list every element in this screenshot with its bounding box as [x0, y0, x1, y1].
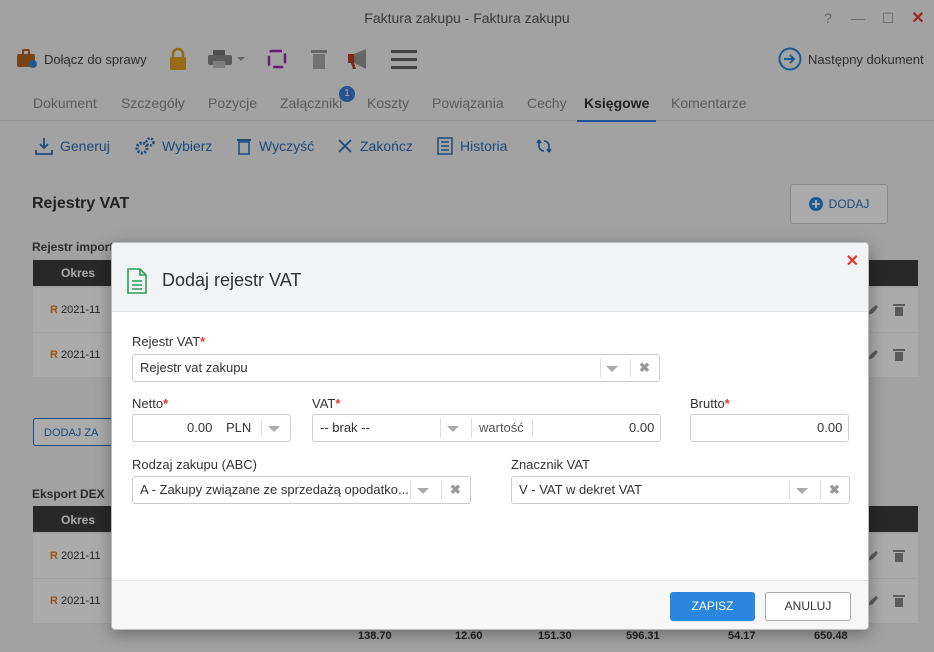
- vat-rate-value: -- brak --: [320, 420, 370, 435]
- vat-label: VAT*: [312, 396, 340, 411]
- rodzaj-zakupu-label: Rodzaj zakupu (ABC): [132, 457, 257, 472]
- netto-label-text: Netto: [132, 396, 164, 411]
- vat-label-text: VAT: [312, 396, 336, 411]
- netto-value: 0.00: [187, 420, 213, 435]
- chevron-down-icon[interactable]: [268, 426, 280, 432]
- netto-input[interactable]: 0.00 PLN: [132, 414, 291, 442]
- rejestr-vat-label-text: Rejestr VAT: [132, 334, 201, 349]
- clear-icon[interactable]: ✖: [639, 360, 650, 376]
- wartosc-value[interactable]: 0.00: [629, 415, 654, 441]
- divider: [440, 419, 441, 437]
- rejestr-vat-select[interactable]: Rejestr vat zakupu ✖: [132, 354, 660, 382]
- required-marker: *: [200, 334, 206, 349]
- rodzaj-zakupu-select[interactable]: A - Zakupy związane ze sprzedażą opodatk…: [132, 476, 471, 504]
- clear-icon[interactable]: ✖: [450, 482, 461, 498]
- divider: [532, 419, 533, 437]
- close-icon[interactable]: ✕: [846, 251, 859, 271]
- divider: [441, 481, 442, 499]
- save-button[interactable]: ZAPISZ: [670, 592, 755, 621]
- chevron-down-icon[interactable]: [606, 366, 618, 372]
- clear-icon[interactable]: ✖: [829, 482, 840, 498]
- rejestr-vat-value: Rejestr vat zakupu: [140, 360, 248, 375]
- divider: [600, 359, 601, 377]
- divider: [630, 359, 631, 377]
- dialog-title: Dodaj rejestr VAT: [162, 270, 302, 290]
- rodzaj-zakupu-value: A - Zakupy związane ze sprzedażą opodatk…: [140, 482, 409, 497]
- chevron-down-icon[interactable]: [796, 488, 808, 494]
- znacznik-vat-select[interactable]: V - VAT w dekret VAT ✖: [511, 476, 850, 504]
- required-marker: *: [335, 396, 341, 411]
- divider: [410, 481, 411, 499]
- divider: [471, 419, 472, 437]
- chevron-down-icon[interactable]: [447, 426, 459, 432]
- brutto-label-text: Brutto: [690, 396, 725, 411]
- netto-currency: PLN: [226, 420, 252, 435]
- divider: [789, 481, 790, 499]
- netto-label: Netto*: [132, 396, 168, 411]
- brutto-label: Brutto*: [690, 396, 730, 411]
- vat-group[interactable]: -- brak -- wartość 0.00: [312, 414, 661, 442]
- dialog-footer: ZAPISZ ANULUJ: [112, 580, 868, 629]
- add-vat-register-dialog: Dodaj rejestr VAT ✕ Rejestr VAT* Rejestr…: [111, 242, 869, 630]
- required-marker: *: [724, 396, 730, 411]
- dialog-header: Dodaj rejestr VAT ✕: [112, 243, 868, 312]
- chevron-down-icon[interactable]: [417, 488, 429, 494]
- brutto-input[interactable]: 0.00: [690, 414, 849, 442]
- znacznik-vat-value: V - VAT w dekret VAT: [519, 482, 643, 497]
- document-icon: [127, 268, 147, 294]
- brutto-value: 0.00: [817, 420, 843, 435]
- divider: [820, 481, 821, 499]
- rejestr-vat-label: Rejestr VAT*: [132, 334, 205, 349]
- cancel-button[interactable]: ANULUJ: [765, 592, 851, 621]
- znacznik-vat-label: Znacznik VAT: [511, 457, 590, 472]
- divider: [261, 419, 262, 437]
- required-marker: *: [163, 396, 169, 411]
- wartosc-label: wartość: [479, 420, 524, 435]
